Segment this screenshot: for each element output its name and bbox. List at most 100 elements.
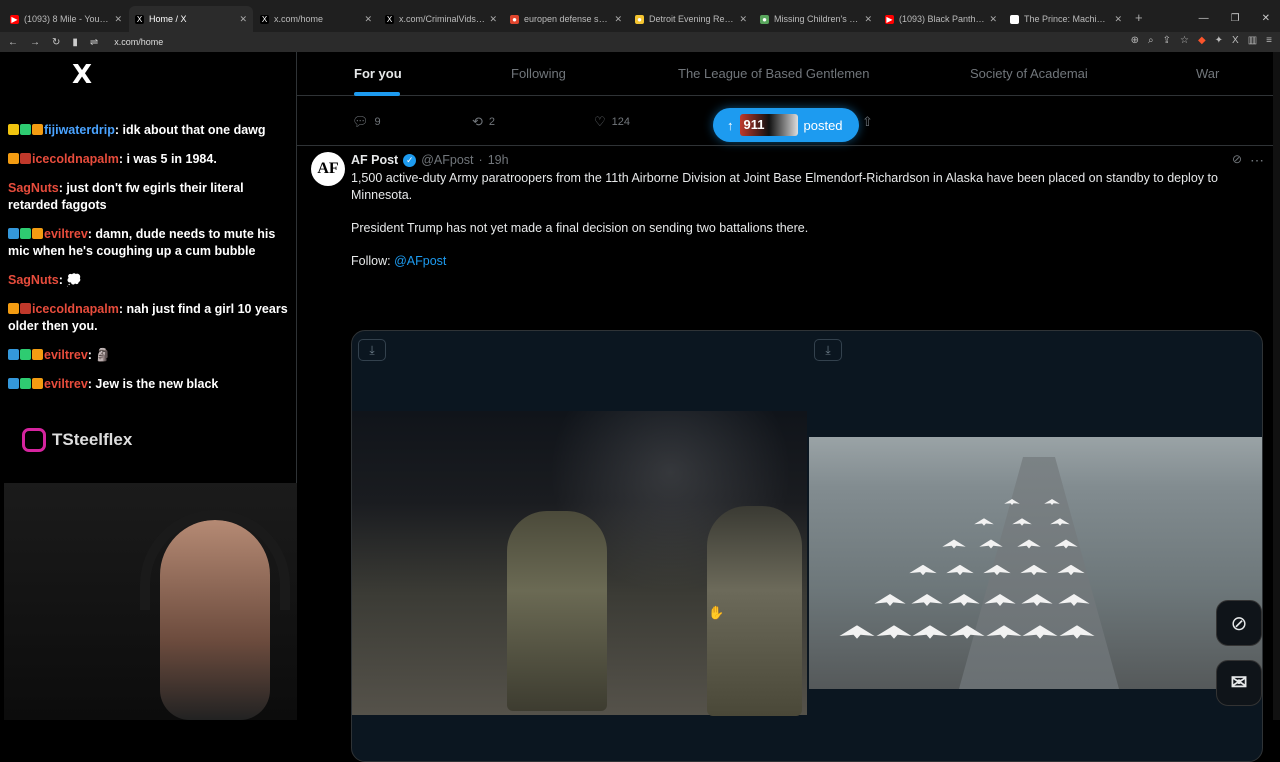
url-field[interactable]: x.com/home xyxy=(114,37,163,47)
chat-badge-icon xyxy=(32,124,43,135)
tab-society-of-academai[interactable]: Society of Academai xyxy=(970,66,1088,81)
forward-icon[interactable]: → xyxy=(30,37,40,48)
timestamp[interactable]: 19h xyxy=(488,153,509,167)
instagram-handle: TSteelflex xyxy=(52,430,133,449)
close-tab-icon[interactable]: ✕ xyxy=(239,14,247,25)
avatar[interactable]: AF xyxy=(311,152,345,186)
aircraft-runway-photo[interactable] xyxy=(809,437,1262,689)
tab-following[interactable]: Following xyxy=(511,66,566,81)
tweet-media[interactable]: ⤓ ⤓ ✋ xyxy=(351,330,1263,762)
search-icon[interactable]: ⌕ xyxy=(1148,35,1154,46)
chat-text: : idk about that one dawg xyxy=(114,123,266,137)
zoom-icon[interactable]: ⊕ xyxy=(1131,35,1139,46)
chat-message: eviltrev: damn, dude needs to mute his m… xyxy=(8,226,293,260)
timeline: For you Following The League of Based Ge… xyxy=(297,52,1280,762)
runway xyxy=(959,457,1119,689)
reload-icon[interactable]: ↻ xyxy=(52,37,60,48)
browser-tab[interactable]: Xx.com/home ✕ xyxy=(254,6,378,32)
author-handle[interactable]: @AFpost xyxy=(421,153,473,167)
browser-tab[interactable]: ● Missing Children's Statistics - Global.… xyxy=(754,6,878,32)
like-button[interactable]: ♡ 124 xyxy=(594,114,630,130)
messages-button[interactable]: ✉ xyxy=(1216,660,1262,706)
download-icon[interactable]: ⤓ xyxy=(358,339,386,361)
tweet-text-1: 1,500 active-duty Army paratroopers from… xyxy=(351,171,1218,202)
close-tab-icon[interactable]: ✕ xyxy=(114,14,122,25)
chat-badge-icon xyxy=(8,303,19,314)
tab-favicon-icon: ▶ xyxy=(10,14,19,24)
tab-title: x.com/CriminalVids/status/20123155... xyxy=(399,14,486,24)
chat-username: fijiwaterdrip xyxy=(44,123,115,137)
author-name[interactable]: AF Post xyxy=(351,153,398,167)
close-tab-icon[interactable]: ✕ xyxy=(489,14,497,25)
bookmark-icon[interactable]: ▮ xyxy=(72,37,78,48)
reply-count: 9 xyxy=(374,116,381,128)
tab-favicon-icon: ▶ xyxy=(885,14,894,24)
grok-button[interactable]: ⊘ xyxy=(1216,600,1262,646)
share-icon[interactable]: ⇪ xyxy=(1163,35,1171,46)
grok-icon[interactable]: ⊘ xyxy=(1232,152,1242,166)
jet-figure xyxy=(874,594,906,606)
share-post-icon: ⇧ xyxy=(862,114,873,129)
tab-favicon-icon: ● xyxy=(510,14,519,24)
browser-tab[interactable]: ● Detroit Evening Report: Hundreds in... ✕ xyxy=(629,6,753,32)
star-icon[interactable]: ☆ xyxy=(1180,35,1189,46)
menu-icon[interactable]: ≡ xyxy=(1266,35,1272,46)
close-window-icon[interactable]: ✕ xyxy=(1262,13,1270,24)
share-post-button[interactable]: ⇧ xyxy=(862,114,873,130)
browser-tab[interactable]: ▶ (1093) 8 Mile - YouTube ✕ xyxy=(4,6,128,32)
close-tab-icon[interactable]: ✕ xyxy=(364,14,372,25)
browser-tab[interactable]: ▶ (1093) Black Panther Says Ice Is Going.… xyxy=(879,6,1003,32)
instagram-icon xyxy=(22,428,46,452)
sidebar-toggle-icon[interactable]: ▥ xyxy=(1248,35,1257,46)
more-options-icon[interactable]: ⋯ xyxy=(1250,152,1264,169)
new-tab-button[interactable]: + xyxy=(1135,6,1143,32)
jet-figure xyxy=(911,594,943,606)
tab-war[interactable]: War xyxy=(1196,66,1219,81)
chat-message: SagNuts: just don't fw egirls their lite… xyxy=(8,180,293,214)
tab-title: (1093) 8 Mile - YouTube xyxy=(24,14,111,24)
chat-badge-icon xyxy=(20,228,31,239)
new-posts-pill[interactable]: ↑ 911 posted xyxy=(713,108,859,142)
close-tab-icon[interactable]: ✕ xyxy=(1114,14,1122,25)
close-tab-icon[interactable]: ✕ xyxy=(739,14,747,25)
tweet-follow-line: Follow: @AFpost xyxy=(351,254,447,268)
tab-favicon-icon: X xyxy=(135,14,144,24)
minimize-icon[interactable]: — xyxy=(1199,13,1209,24)
close-tab-icon[interactable]: ✕ xyxy=(989,14,997,25)
x-logo-icon[interactable]: X xyxy=(72,60,92,90)
repost-icon: ⟲ xyxy=(472,114,483,129)
chat-badge-icon xyxy=(20,349,31,360)
maximize-icon[interactable]: ❐ xyxy=(1231,13,1240,24)
follow-link[interactable]: @AFpost xyxy=(394,254,446,268)
tab-title: The Prince: Machiavelli, Niccolo: 978... xyxy=(1024,14,1110,24)
back-icon[interactable]: ← xyxy=(8,37,18,48)
close-tab-icon[interactable]: ✕ xyxy=(614,14,622,25)
chat-badge-icon xyxy=(20,153,31,164)
instagram-tag: TSteelflex xyxy=(22,428,132,452)
browser-tab[interactable]: X Home / X ✕ xyxy=(129,6,253,32)
extensions-icon[interactable]: ✦ xyxy=(1215,35,1223,46)
tab-league-of-based-gentlemen[interactable]: The League of Based Gentlemen xyxy=(678,66,870,81)
brave-shield-icon[interactable]: ◆ xyxy=(1198,35,1206,46)
download-icon[interactable]: ⤓ xyxy=(814,339,842,361)
reply-button[interactable]: 💬︎ 9 xyxy=(352,114,381,130)
chat-badge-icon xyxy=(32,349,43,360)
reply-icon: 💬︎ xyxy=(352,114,369,129)
site-info-icon[interactable]: ⇌ xyxy=(90,37,98,48)
close-tab-icon[interactable]: ✕ xyxy=(864,14,872,25)
x-extension-icon[interactable]: X xyxy=(1232,35,1239,46)
browser-tab[interactable]: ● europen defense spending - Brave S... ✕ xyxy=(504,6,628,32)
repost-count: 2 xyxy=(488,116,496,128)
tweet-body: 1,500 active-duty Army paratroopers from… xyxy=(351,170,1231,286)
browser-tab[interactable]: a The Prince: Machiavelli, Niccolo: 978..… xyxy=(1004,6,1128,32)
tab-title: Home / X xyxy=(149,14,187,24)
tab-for-you[interactable]: For you xyxy=(354,66,402,81)
browser-tab[interactable]: Xx.com/CriminalVids/status/20123155...✕ xyxy=(379,6,503,32)
chat-username: SagNuts xyxy=(8,273,59,287)
repost-button[interactable]: ⟲ 2 xyxy=(472,114,495,130)
chat-text: : Jew is the new black xyxy=(87,377,219,391)
jet-figure xyxy=(947,594,980,606)
scrollbar[interactable] xyxy=(1273,52,1280,720)
chat-text: : 🗿 xyxy=(87,348,111,362)
police-photo[interactable] xyxy=(352,411,807,716)
